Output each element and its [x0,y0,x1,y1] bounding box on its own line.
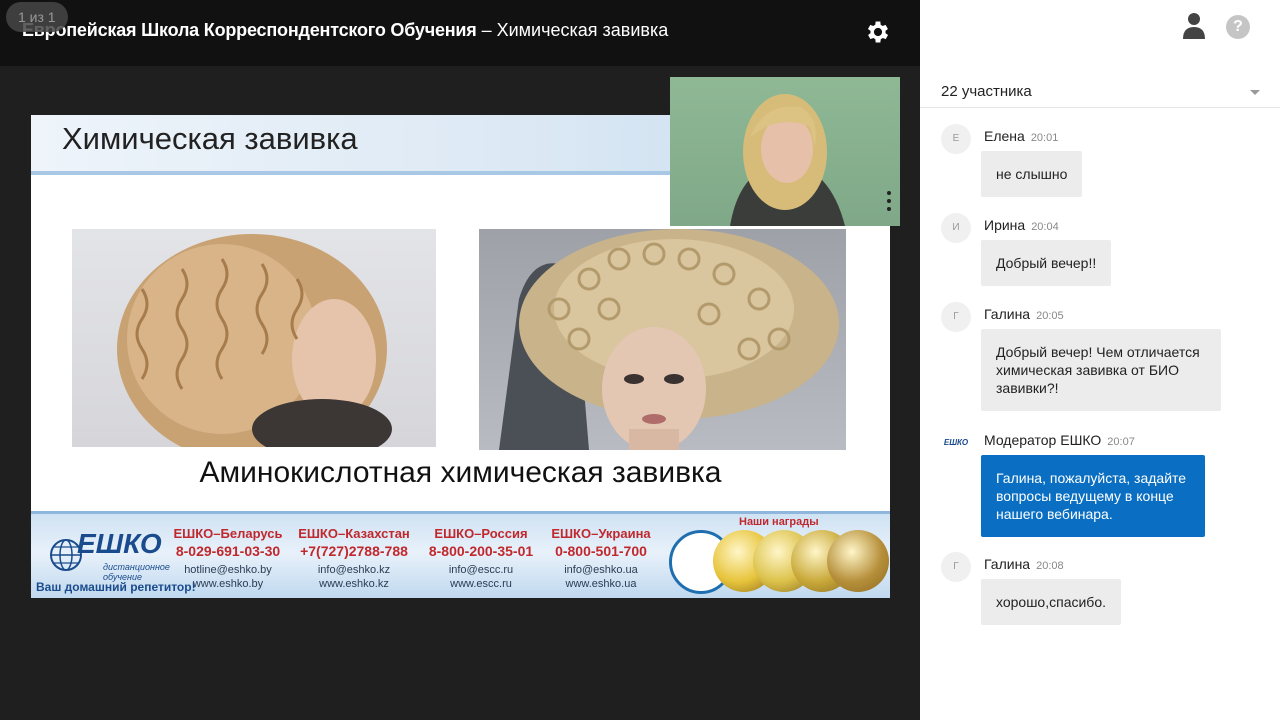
avatar: Г [941,302,971,332]
slide-subtitle: Аминокислотная химическая завивка [199,456,722,489]
curly-hair-photo-left [72,229,436,447]
message-time: 20:08 [1036,560,1064,572]
contact-ukraine: ЕШКО–Украина 0-800-501-700 info@eshko.ua… [541,526,661,591]
help-icon[interactable]: ? [1226,15,1250,39]
message-bubble: не слышно [981,151,1083,197]
contact-phone: 8-029-691-03-30 [175,543,281,559]
contact-russia: ЕШКО–Россия 8-800-200-35-01 info@escc.ru… [421,526,541,591]
contact-name: ЕШКО–Россия [434,526,528,541]
contact-email: info@eshko.ua [564,564,638,576]
logo-subtitle: дистанционное обучение [103,562,170,582]
avatar: Е [941,124,971,154]
slide-footer: ЕШКО дистанционное обучение Ваш домашний… [31,511,890,598]
contact-phone: 0-800-501-700 [555,543,647,559]
contact-name: ЕШКО–Беларусь [173,526,283,541]
message-time: 20:05 [1036,310,1064,322]
message-time: 20:01 [1030,132,1059,144]
school-name: Европейская Школа Корреспондентского Обу… [22,20,477,40]
presenter-silhouette [730,94,845,226]
message-author: Галина [984,556,1031,572]
webinar-title: Европейская Школа Корреспондентского Обу… [22,20,668,41]
message-bubble: Галина, пожалуйста, задайте вопросы веду… [981,455,1205,537]
award-medal-icon [827,530,889,592]
webinar-topic: Химическая завивка [496,20,669,40]
eshko-logo: ЕШКО дистанционное обучение [47,526,177,588]
message-time: 20:04 [1031,221,1059,233]
video-menu-icon[interactable] [886,189,892,219]
logo-wordmark: ЕШКО [77,528,162,559]
participants-dropdown[interactable]: 22 участника [920,76,1280,108]
top-bar: Европейская Школа Корреспондентского Обу… [0,0,920,66]
message-author: Модератор ЕШКО [984,432,1102,448]
message-bubble: хорошо,спасибо. [981,579,1121,625]
message-bubble: Добрый вечер!! [981,240,1112,286]
contact-phone: 8-800-200-35-01 [428,543,534,559]
message-author: Елена [984,128,1025,144]
chat-panel: ? 22 участника Е Елена 20:01 не слышно И … [920,0,1280,720]
contact-site: www.eshko.by [192,578,264,590]
contact-email: info@escc.ru [448,564,514,576]
curly-hair-photo-right [479,229,846,450]
contact-site: www.escc.ru [450,578,512,590]
moderator-avatar: ЕШКО [941,428,971,458]
contact-site: www.eshko.ua [565,578,637,590]
message-bubble: Добрый вечер! Чем отличается химическая … [981,329,1221,411]
avatar: Г [941,552,971,582]
message-author: Галина [984,306,1031,322]
presenter-video[interactable] [670,77,900,226]
contact-name: ЕШКО–Украина [551,526,651,541]
chevron-down-icon [1250,90,1260,95]
participants-count: 22 участника [941,83,1032,100]
title-separator: – [476,20,497,40]
slide-title: Химическая завивка [62,121,358,156]
contact-belarus: ЕШКО–Беларусь 8-029-691-03-30 hotline@es… [168,526,288,591]
contact-email: hotline@eshko.by [184,564,272,576]
contact-email: info@eshko.kz [317,564,391,576]
page-counter: 1 из 1 [6,2,68,32]
gear-icon[interactable] [864,18,892,46]
avatar: И [941,213,971,243]
contact-site: www.eshko.kz [319,578,389,590]
message-time: 20:07 [1107,436,1135,448]
message-author: Ирина [984,217,1026,233]
contact-phone: +7(727)2788-788 [300,543,408,559]
contact-kazakhstan: ЕШКО–Казахстан +7(727)2788-788 info@eshk… [294,526,414,591]
contact-name: ЕШКО–Казахстан [298,526,410,541]
user-icon[interactable] [1182,12,1206,40]
presentation-stage: Европейская Школа Корреспондентского Обу… [0,0,920,720]
awards-label: Наши награды [739,516,819,528]
